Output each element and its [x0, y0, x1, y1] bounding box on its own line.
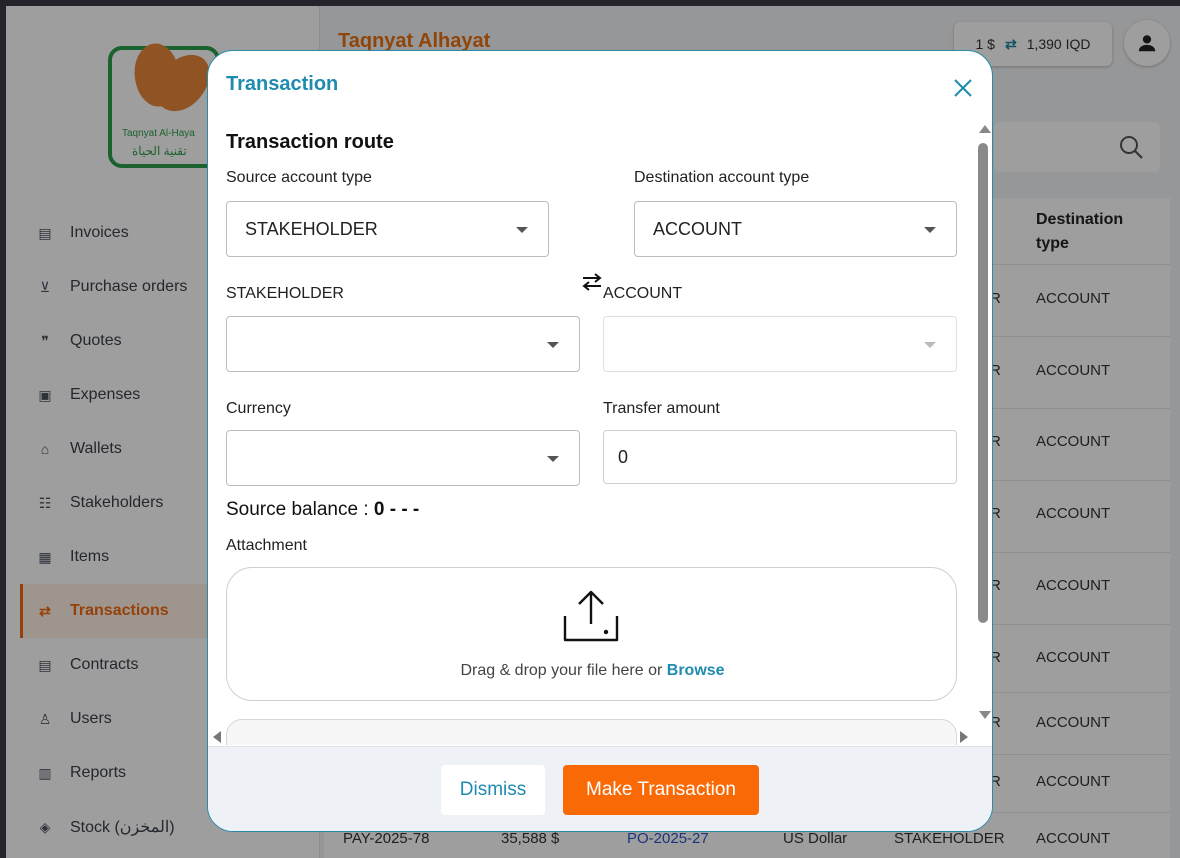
source-balance-value: 0 - - -: [373, 499, 420, 520]
section-title: Transaction route: [226, 131, 394, 153]
modal-title: Transaction: [226, 73, 339, 95]
account-label: ACCOUNT: [603, 285, 683, 302]
modal-footer: Dismiss Make Transaction: [208, 746, 992, 831]
dropdown-caret-icon: [924, 342, 936, 348]
transaction-modal: Transaction Transaction route Source acc…: [207, 50, 993, 832]
dropdown-caret-icon: [516, 227, 528, 233]
source-type-select[interactable]: STAKEHOLDER: [226, 201, 549, 257]
swap-direction-icon[interactable]: [580, 272, 604, 292]
source-balance: Source balance : 0 - - -: [226, 499, 419, 521]
dismiss-button[interactable]: Dismiss: [441, 765, 545, 815]
dropdown-caret-icon: [924, 227, 936, 233]
browse-link[interactable]: Browse: [667, 662, 725, 679]
destination-type-label: Destination account type: [634, 169, 810, 186]
currency-select[interactable]: [226, 430, 580, 486]
close-button[interactable]: [946, 71, 980, 105]
close-icon: [954, 79, 972, 97]
scroll-up-arrow-icon[interactable]: [979, 125, 991, 133]
dropzone-instruction: Drag & drop your file here or: [460, 662, 663, 679]
modal-body: Transaction route Source account type ST…: [208, 117, 992, 745]
dropdown-caret-icon: [547, 342, 559, 348]
destination-type-value: ACCOUNT: [653, 218, 742, 239]
transfer-amount-label: Transfer amount: [603, 400, 720, 417]
scroll-down-arrow-icon[interactable]: [979, 711, 991, 719]
next-field-partial[interactable]: [226, 719, 957, 745]
dropzone-text: Drag & drop your file here or Browse: [227, 662, 958, 680]
stakeholder-label: STAKEHOLDER: [226, 285, 344, 302]
source-type-label: Source account type: [226, 169, 372, 186]
destination-type-select[interactable]: ACCOUNT: [634, 201, 957, 257]
source-type-value: STAKEHOLDER: [245, 218, 378, 239]
account-select[interactable]: [603, 316, 957, 372]
attachment-label: Attachment: [226, 537, 307, 554]
scroll-right-arrow-icon[interactable]: [960, 731, 968, 743]
source-balance-label: Source balance :: [226, 499, 369, 520]
transfer-amount-input[interactable]: 0: [603, 430, 957, 484]
file-dropzone[interactable]: Drag & drop your file here or Browse: [226, 567, 957, 701]
vertical-scrollbar-thumb[interactable]: [978, 143, 988, 623]
dropdown-caret-icon: [547, 456, 559, 462]
upload-icon: [563, 590, 619, 642]
scroll-left-arrow-icon[interactable]: [213, 731, 221, 743]
transfer-amount-value: 0: [618, 446, 629, 467]
currency-label: Currency: [226, 400, 291, 417]
make-transaction-button[interactable]: Make Transaction: [563, 765, 759, 815]
stakeholder-select[interactable]: [226, 316, 580, 372]
